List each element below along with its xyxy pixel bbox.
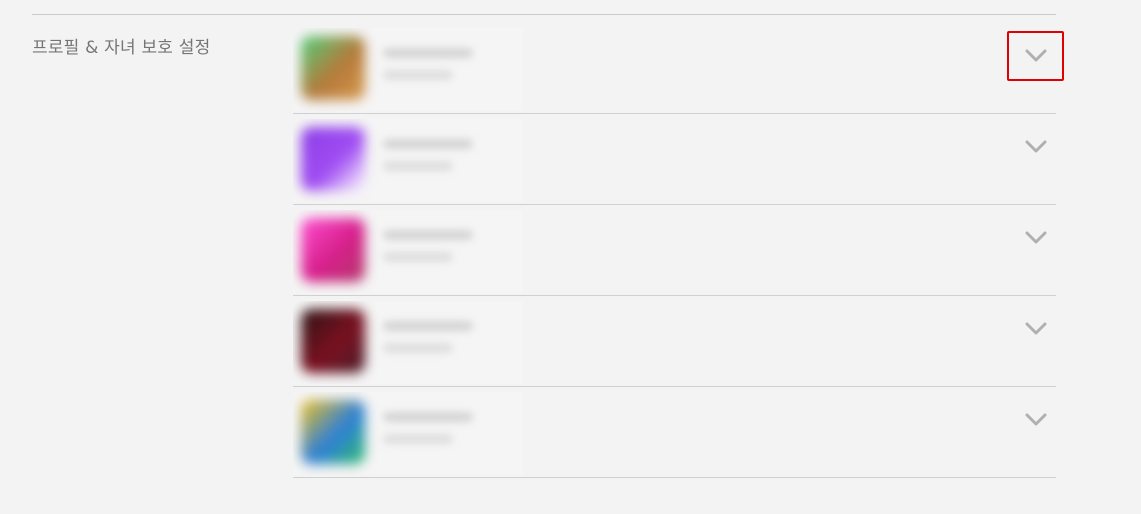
profile-avatar <box>301 218 365 282</box>
profile-row <box>293 23 1064 114</box>
chevron-down-icon <box>1025 231 1046 244</box>
profile-name-blurred <box>383 48 473 58</box>
chevron-down-icon <box>1025 322 1046 335</box>
profile-avatar <box>301 400 365 464</box>
chevron-down-icon <box>1025 49 1046 62</box>
chevron-down-icon <box>1025 140 1046 153</box>
profile-name-blurred <box>383 321 473 331</box>
profile-expand-button[interactable] <box>1007 213 1064 263</box>
section-top-divider <box>32 14 1056 15</box>
profile-name-blurred <box>383 412 473 422</box>
profile-subtext-blurred <box>383 161 453 171</box>
profile-subtext-blurred <box>383 70 453 80</box>
profile-expand-button[interactable] <box>1007 395 1064 445</box>
profile-avatar <box>301 127 365 191</box>
profile-avatar <box>301 309 365 373</box>
profile-expand-button[interactable] <box>1007 304 1064 354</box>
section-title: 프로필 & 자녀 보호 설정 <box>32 38 211 58</box>
profile-card-blurred <box>293 301 523 384</box>
profile-subtext-blurred <box>383 252 453 262</box>
profile-expand-button[interactable] <box>1007 31 1064 81</box>
profile-name-blurred <box>383 139 473 149</box>
profile-expand-button[interactable] <box>1007 122 1064 172</box>
profile-card-blurred <box>293 28 523 111</box>
chevron-down-icon <box>1025 413 1046 426</box>
profile-card-blurred <box>293 210 523 293</box>
profile-card-blurred <box>293 119 523 202</box>
profile-subtext-blurred <box>383 434 453 444</box>
profile-card-blurred <box>293 392 523 475</box>
profile-name-blurred <box>383 230 473 240</box>
profile-row <box>293 205 1056 296</box>
profile-row <box>293 114 1056 205</box>
profile-row <box>293 387 1056 478</box>
profile-subtext-blurred <box>383 343 453 353</box>
profile-list <box>293 23 1064 478</box>
profile-row <box>293 296 1056 387</box>
profile-avatar <box>301 36 365 100</box>
